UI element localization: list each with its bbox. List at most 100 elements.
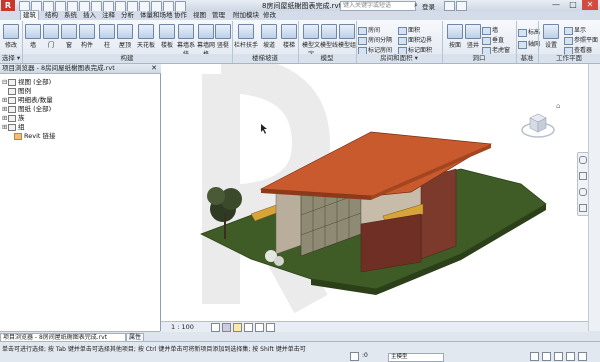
zoom-icon[interactable] [579, 188, 587, 196]
crop-view-icon[interactable] [255, 323, 264, 332]
panel-divider [232, 21, 233, 63]
application-menu-button[interactable]: R [1, 0, 15, 11]
sun-path-icon[interactable] [233, 323, 242, 332]
panel-datum: 基准 [520, 54, 534, 62]
ramp-label: 坡道 [262, 42, 275, 49]
room-separator-label: 房间分隔 [368, 37, 393, 44]
model-group-button[interactable]: 模型组 [336, 24, 358, 49]
railing-button[interactable]: 栏杆扶手 [233, 24, 259, 49]
search-input[interactable]: 键入关键字或短语 [340, 1, 416, 11]
brick-base[interactable] [360, 213, 422, 273]
vertical-scrollbar[interactable] [588, 64, 600, 331]
tab-add-ins[interactable]: 附加模块 [233, 11, 259, 20]
room-separator-button[interactable]: 房间分隔 [358, 35, 392, 45]
room-button[interactable]: 房间 [358, 25, 380, 35]
status-bar: 单击可进行选择; 按 Tab 键并单击可选择其他项目; 按 Ctrl 键并单击可… [0, 341, 600, 362]
maximize-button[interactable]: □ [565, 0, 581, 10]
ceiling-button[interactable]: 天花板 [134, 24, 158, 49]
select-underlay-icon[interactable] [542, 352, 551, 361]
pan-icon[interactable] [579, 172, 587, 180]
mullion-button[interactable]: 竖梃 [212, 24, 234, 49]
roof-button[interactable]: 屋顶 [114, 24, 136, 49]
shrub [274, 256, 284, 266]
view-control-bar: 1 : 100 [161, 321, 588, 332]
close-icon[interactable]: ✕ [151, 64, 157, 73]
shaft-label: 竖井 [466, 42, 479, 49]
wall-opening-icon [482, 26, 491, 35]
panel-work-plane: 工作平面 [556, 54, 582, 62]
tab-systems[interactable]: 系统 [64, 11, 77, 20]
filter-icon[interactable] [578, 352, 587, 361]
workset-icon[interactable] [350, 352, 359, 361]
tree-item-revit-links[interactable]: Revit 链接 [8, 130, 56, 140]
select-pinned-icon[interactable] [554, 352, 563, 361]
component-button[interactable]: 构件 [76, 24, 98, 49]
tab-analyze[interactable]: 分析 [121, 11, 134, 20]
component-label: 构件 [80, 42, 93, 49]
wall-label: 墙 [29, 42, 36, 49]
detail-level-icon[interactable] [211, 323, 220, 332]
curtain-system-button[interactable]: 幕墙系统 [175, 24, 197, 58]
select-by-face-icon[interactable] [566, 352, 575, 361]
show-workplane-button[interactable]: 显示 [564, 25, 586, 35]
show-workplane-label: 显示 [574, 27, 587, 34]
panel-divider [538, 21, 539, 63]
panel-select[interactable]: 选择 ▾ [0, 54, 22, 63]
visual-style-icon[interactable] [222, 323, 231, 332]
ramp-button[interactable]: 坡道 [258, 24, 280, 49]
exchange-apps-icon[interactable] [444, 1, 455, 11]
home-icon[interactable]: ⌂ [556, 102, 564, 110]
area-boundary-button[interactable]: 面积边界 [398, 35, 432, 45]
panel-build: 构建 [120, 54, 134, 62]
tree-label: Revit 链接 [24, 132, 56, 140]
vertical-opening-button[interactable]: 垂直 [482, 35, 504, 45]
tab-structure[interactable]: 结构 [45, 11, 58, 20]
view-cube[interactable] [520, 108, 556, 140]
temporary-hide-icon[interactable] [266, 323, 275, 332]
ref-plane-label: 参照平面 [574, 37, 599, 44]
building-model[interactable] [161, 55, 588, 321]
model-group-label: 模型组 [337, 42, 356, 49]
level-button[interactable]: 标高 [518, 27, 540, 37]
room-icon [358, 26, 367, 35]
roof-label: 屋顶 [118, 42, 131, 49]
3d-viewport[interactable] [161, 55, 588, 321]
tab-annotate[interactable]: 注释 [102, 11, 115, 20]
minimize-button[interactable]: — [548, 0, 564, 10]
ref-plane-button[interactable]: 参照平面 [564, 35, 598, 45]
tab-manage[interactable]: 管理 [212, 11, 225, 20]
shaft-button[interactable]: 竖井 [462, 24, 484, 49]
login-link[interactable]: 登录 [422, 1, 435, 11]
help-icon[interactable] [456, 1, 467, 11]
tab-view[interactable]: 视图 [193, 11, 206, 20]
grid-button[interactable]: 轴网 [518, 39, 540, 49]
vertical-opening-icon [482, 36, 491, 45]
steering-wheel-icon[interactable] [579, 156, 587, 164]
view-scale[interactable]: 1 : 100 [171, 323, 194, 331]
panel-divider [442, 21, 443, 63]
set-workplane-button[interactable]: 设置 [540, 24, 562, 49]
tab-collaborate[interactable]: 协作 [174, 11, 187, 20]
shadows-icon[interactable] [244, 323, 253, 332]
tab-insert[interactable]: 插入 [83, 11, 96, 20]
area-button[interactable]: 面积 [398, 25, 420, 35]
tab-modify[interactable]: 修改 [263, 11, 276, 20]
panel-room-area[interactable]: 房间和面积 ▾ [356, 54, 442, 63]
show-workplane-icon [564, 26, 573, 35]
set-workplane-icon [543, 24, 559, 39]
stair-button[interactable]: 楼梯 [278, 24, 300, 49]
wall-opening-button[interactable]: 墙 [482, 25, 498, 35]
tab-architecture[interactable]: 建筑 [20, 10, 39, 20]
wall-icon [25, 24, 41, 39]
close-button[interactable]: ✕ [582, 0, 598, 10]
ceiling-icon [138, 24, 154, 39]
area-label: 面积 [408, 27, 421, 34]
panel-opening: 洞口 [472, 54, 486, 62]
modify-button[interactable]: 修改 [0, 24, 22, 49]
by-face-label: 按面 [448, 42, 461, 49]
tab-massing-site[interactable]: 体量和场地 [140, 11, 173, 20]
roof-icon [117, 24, 133, 39]
orbit-icon[interactable] [579, 204, 587, 212]
mouse-cursor-icon [261, 124, 267, 134]
select-links-icon[interactable] [530, 352, 539, 361]
